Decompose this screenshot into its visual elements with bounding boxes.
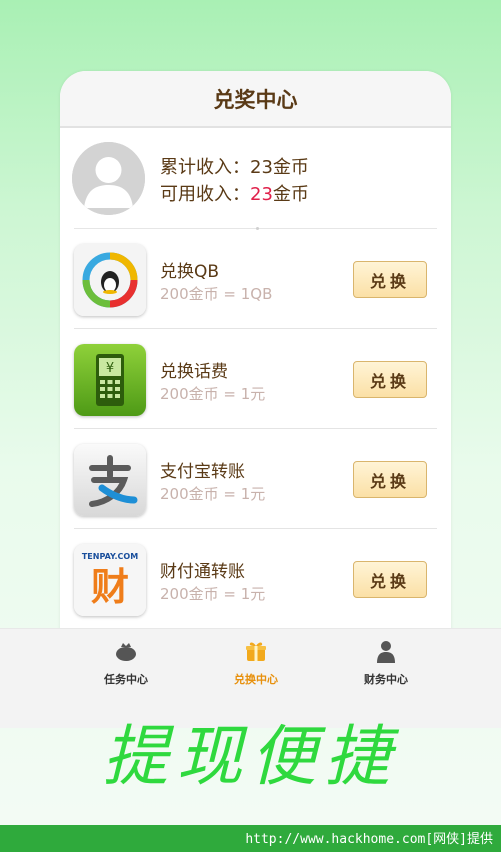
tab-task-center[interactable]: 任务中心 [81,639,171,687]
total-income-label: 累计收入： [160,157,250,178]
tab-exchange-center[interactable]: 兑换中心 [211,639,301,687]
item-rate: 200金币 = 1元 [160,585,266,603]
gift-box-icon [246,642,266,661]
tab-label: 兑换中心 [234,673,278,686]
exchange-card: 兑奖中心 累计收入：23金币 可用收入：23金币 兑换QB 200金币 = 1Q… [60,71,451,631]
slogan-text: 提现便捷 [102,718,399,795]
available-income-amount: 23 [250,184,273,205]
exchange-button-phone-bill[interactable]: 兑换 [353,361,427,398]
item-rate: 200金币 = 1QB [160,285,273,303]
income-info: 累计收入：23金币 可用收入：23金币 [160,154,309,208]
tab-label: 财务中心 [364,673,408,686]
item-title: 财付通转账 [160,562,245,582]
total-income: 累计收入：23金币 [160,154,309,181]
item-rate: 200金币 = 1元 [160,485,266,503]
exchange-button-alipay[interactable]: 兑换 [353,461,427,498]
svg-text:¥: ¥ [106,361,114,376]
tab-finance-center[interactable]: 财务中心 [341,639,431,687]
alipay-icon [74,444,146,516]
item-title: 兑换QB [160,262,220,282]
footer-credit: http://www.hackhome.com[网侠]提供 [245,832,493,847]
qq-penguin-icon [74,244,146,316]
available-income: 可用收入：23金币 [160,181,309,208]
total-income-value: 23金币 [250,157,309,178]
footer-bar: http://www.hackhome.com[网侠]提供 [0,825,501,852]
profile-section: 累计收入：23金币 可用收入：23金币 [60,128,451,230]
tab-label: 任务中心 [104,673,148,686]
tenpay-icon: TENPAY.COM 财 [74,544,146,616]
exchange-button-tenpay[interactable]: 兑换 [353,561,427,598]
phone-yuan-icon: ¥ [74,344,146,416]
list-item-alipay: 支付宝转账 200金币 = 1元 兑换 [74,429,437,529]
item-title: 兑换话费 [160,362,228,382]
task-bag-icon [116,643,136,661]
avatar [72,142,145,215]
list-item-qb: 兑换QB 200金币 = 1QB 兑换 [74,229,437,329]
item-title: 支付宝转账 [160,462,245,482]
card-header: 兑奖中心 [60,71,451,128]
available-income-label: 可用收入： [160,184,250,205]
tenpay-icon-glyph: 财 [91,565,129,609]
available-income-unit: 金币 [272,184,309,205]
list-item-tenpay: TENPAY.COM 财 财付通转账 200金币 = 1元 兑换 [74,529,437,629]
list-item-phone-bill: ¥ 兑换话费 200金币 = 1元 兑换 [74,329,437,429]
tenpay-icon-text: TENPAY.COM [82,552,138,561]
default-user-icon [72,142,145,215]
item-rate: 200金币 = 1元 [160,385,266,403]
exchange-button-qb[interactable]: 兑换 [353,261,427,298]
person-icon [377,641,395,663]
page-title: 兑奖中心 [213,87,298,112]
